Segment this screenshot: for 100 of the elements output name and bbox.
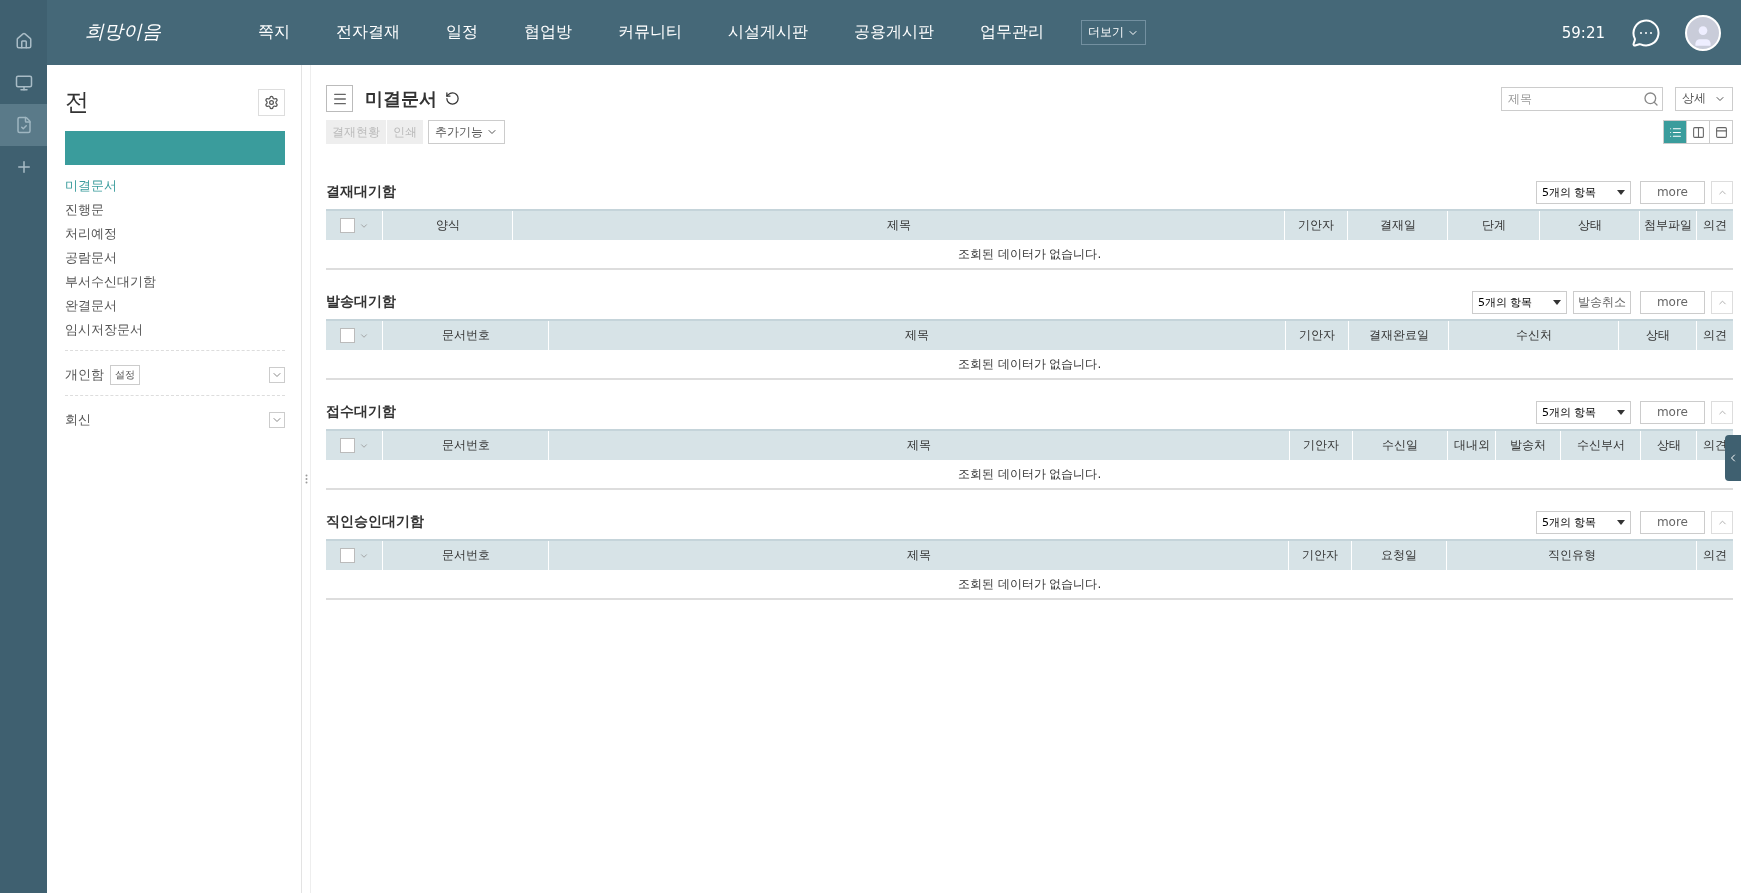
settings-tag[interactable]: 설정 [110,365,140,385]
column-header: 기안자 [1284,211,1347,240]
column-header: 제목 [548,431,1289,460]
sidebar-item[interactable]: 처리예정 [65,222,285,246]
page-size-dropdown[interactable]: 5개의 항목 [1535,180,1631,204]
avatar[interactable] [1685,14,1721,51]
collapse-button[interactable] [1711,510,1733,534]
select-all-checkbox[interactable] [339,438,355,453]
more-button[interactable]: more [1639,290,1705,314]
session-timer: 59:21 [1561,23,1605,42]
collapse-button[interactable] [1711,400,1733,424]
column-header: 발송처 [1495,431,1560,460]
resize-handle[interactable] [304,474,308,484]
page-size-dropdown[interactable]: 5개의 항목 [1535,510,1631,534]
column-header: 제목 [548,321,1285,350]
column-header: 첨부파일 [1639,211,1696,240]
select-all-checkbox[interactable] [339,548,355,563]
split-view-icon [1691,125,1705,139]
search-field[interactable]: 제목 [1501,86,1663,111]
extra-functions-button[interactable]: 추가기능 [428,120,505,144]
more-button[interactable]: more [1639,400,1705,424]
sidebar-item[interactable]: 진행문 [65,198,285,222]
column-header: 문서번호 [382,431,548,460]
sidebar-item[interactable]: 부서수신대기함 [65,270,285,294]
expand-button[interactable] [269,412,285,428]
nav-link[interactable]: 커뮤니티 [595,22,705,43]
more-menu-button[interactable]: 더보기 [1081,20,1146,45]
column-header: 상태 [1539,211,1639,240]
nav-link[interactable]: 시설게시판 [705,22,831,43]
settings-button[interactable] [258,88,285,116]
primary-button[interactable] [65,131,285,165]
select-all-checkbox[interactable] [339,218,355,233]
dropdown-triangle-icon [1616,519,1625,525]
section-title: 발송대기함 [326,293,397,311]
column-header: 상태 [1618,321,1696,350]
column-header: 상태 [1640,431,1696,460]
section-title: 접수대기함 [326,403,397,421]
column-header: 대내외 [1447,431,1495,460]
nav-link[interactable]: 공용게시판 [831,22,957,43]
sidebar-group-label: 회신 [65,411,91,429]
logo[interactable]: 희망이음 [85,18,235,47]
column-header: 수신부서 [1560,431,1640,460]
column-header: 제목 [512,211,1284,240]
sidebar-item[interactable]: 임시저장문서 [65,318,285,342]
full-view-button[interactable] [1709,120,1733,144]
column-header: 수신일 [1352,431,1447,460]
more-button[interactable]: more [1639,510,1705,534]
monitor-icon [14,74,33,92]
detail-dropdown[interactable]: 상세 [1675,86,1733,111]
column-header: 제목 [548,541,1288,570]
column-header: 요청일 [1351,541,1446,570]
column-header: 기안자 [1289,431,1352,460]
nav-link[interactable]: 업무관리 [957,22,1067,43]
document-check-icon [14,116,33,134]
column-header: 문서번호 [382,541,548,570]
sidebar-item[interactable]: 완결문서 [65,294,285,318]
nav-link[interactable]: 일정 [423,22,501,43]
search-icon[interactable] [1643,90,1659,107]
page-size-dropdown[interactable]: 5개의 항목 [1471,290,1567,314]
settings-icon [264,94,279,110]
column-header: 직인유형 [1446,541,1696,570]
column-header: 양식 [382,211,512,240]
section-title: 직인승인대기함 [326,513,425,531]
dropdown-triangle-icon [1552,299,1561,305]
sidebar-item[interactable]: 공람문서 [65,246,285,270]
chat-icon[interactable] [1631,17,1661,48]
menu-button[interactable] [326,85,353,112]
list-view-button[interactable] [1663,120,1687,144]
collapse-button[interactable] [1711,290,1733,314]
select-all-checkbox[interactable] [339,328,355,343]
nav-link[interactable]: 쪽지 [235,22,313,43]
column-header: 단계 [1447,211,1539,240]
side-panel-toggle[interactable] [1725,435,1741,481]
more-button[interactable]: more [1639,180,1705,204]
sidebar-group-label: 개인함 [65,366,104,384]
collapse-button[interactable] [1711,180,1733,204]
column-header: 기안자 [1288,541,1351,570]
dropdown-triangle-icon [1616,409,1625,415]
action-button[interactable]: 발송취소 [1572,290,1631,314]
column-header: 문서번호 [382,321,548,350]
nav-link[interactable]: 협업방 [501,22,595,43]
section-title: 결재대기함 [326,183,397,201]
split-view-button[interactable] [1686,120,1710,144]
home-icon [14,32,33,50]
column-header: 의견 [1696,321,1733,350]
expand-button[interactable] [269,367,285,383]
empty-message: 조회된 데이터가 없습니다. [326,350,1733,380]
column-header: 기안자 [1285,321,1348,350]
page-title: 미결문서 [365,86,437,111]
column-header: 의견 [1696,541,1733,570]
column-header: 결재완료일 [1348,321,1448,350]
sidebar-title: 전 [65,87,89,118]
nav-link[interactable]: 전자결재 [313,22,423,43]
page-size-dropdown[interactable]: 5개의 항목 [1535,400,1631,424]
column-header: 결재일 [1347,211,1447,240]
column-header: 수신처 [1448,321,1618,350]
refresh-icon[interactable] [445,91,460,106]
document-check-rail-item[interactable] [0,104,47,146]
full-view-icon [1714,125,1728,139]
sidebar-item[interactable]: 미결문서 [65,174,285,198]
